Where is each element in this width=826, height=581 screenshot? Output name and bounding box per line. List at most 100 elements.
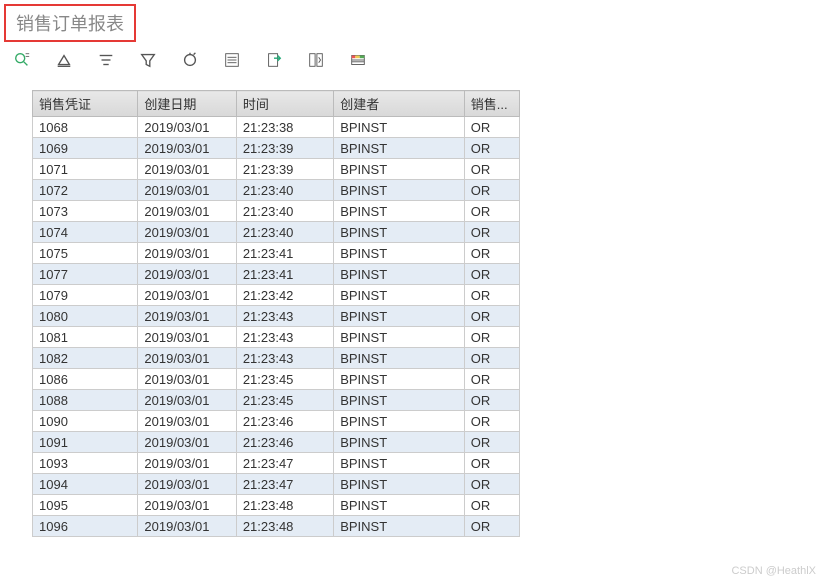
cell-creator[interactable]: BPINST xyxy=(334,285,465,306)
cell-doc[interactable]: 1074 xyxy=(33,222,138,243)
table-row[interactable]: 10802019/03/0121:23:43BPINSTOR xyxy=(33,306,520,327)
cell-doc[interactable]: 1073 xyxy=(33,201,138,222)
table-row[interactable]: 10692019/03/0121:23:39BPINSTOR xyxy=(33,138,520,159)
cell-time[interactable]: 21:23:39 xyxy=(236,159,333,180)
cell-date[interactable]: 2019/03/01 xyxy=(138,180,236,201)
cell-date[interactable]: 2019/03/01 xyxy=(138,390,236,411)
cell-type[interactable]: OR xyxy=(464,327,519,348)
cell-date[interactable]: 2019/03/01 xyxy=(138,411,236,432)
cell-time[interactable]: 21:23:40 xyxy=(236,222,333,243)
cell-creator[interactable]: BPINST xyxy=(334,327,465,348)
table-row[interactable]: 10812019/03/0121:23:43BPINSTOR xyxy=(33,327,520,348)
cell-type[interactable]: OR xyxy=(464,390,519,411)
cell-time[interactable]: 21:23:43 xyxy=(236,348,333,369)
cell-doc[interactable]: 1081 xyxy=(33,327,138,348)
cell-date[interactable]: 2019/03/01 xyxy=(138,159,236,180)
cell-creator[interactable]: BPINST xyxy=(334,180,465,201)
cell-time[interactable]: 21:23:45 xyxy=(236,369,333,390)
cell-date[interactable]: 2019/03/01 xyxy=(138,306,236,327)
cell-type[interactable]: OR xyxy=(464,411,519,432)
cell-date[interactable]: 2019/03/01 xyxy=(138,138,236,159)
cell-creator[interactable]: BPINST xyxy=(334,243,465,264)
cell-type[interactable]: OR xyxy=(464,474,519,495)
table-row[interactable]: 10962019/03/0121:23:48BPINSTOR xyxy=(33,516,520,537)
cell-date[interactable]: 2019/03/01 xyxy=(138,264,236,285)
cell-creator[interactable]: BPINST xyxy=(334,348,465,369)
cell-creator[interactable]: BPINST xyxy=(334,117,465,138)
cell-type[interactable]: OR xyxy=(464,453,519,474)
cell-type[interactable]: OR xyxy=(464,180,519,201)
col-time[interactable]: 时间 xyxy=(236,91,333,117)
table-row[interactable]: 10792019/03/0121:23:42BPINSTOR xyxy=(33,285,520,306)
cell-creator[interactable]: BPINST xyxy=(334,474,465,495)
cell-doc[interactable]: 1069 xyxy=(33,138,138,159)
cell-time[interactable]: 21:23:48 xyxy=(236,495,333,516)
cell-type[interactable]: OR xyxy=(464,159,519,180)
cell-time[interactable]: 21:23:40 xyxy=(236,201,333,222)
layout-icon[interactable] xyxy=(306,50,326,70)
cell-doc[interactable]: 1071 xyxy=(33,159,138,180)
cell-doc[interactable]: 1068 xyxy=(33,117,138,138)
cell-doc[interactable]: 1072 xyxy=(33,180,138,201)
cell-type[interactable]: OR xyxy=(464,432,519,453)
cell-creator[interactable]: BPINST xyxy=(334,222,465,243)
detail-icon[interactable] xyxy=(12,50,32,70)
table-row[interactable]: 10952019/03/0121:23:48BPINSTOR xyxy=(33,495,520,516)
data-table[interactable]: 销售凭证 创建日期 时间 创建者 销售... 10682019/03/0121:… xyxy=(32,90,520,537)
refresh-icon[interactable] xyxy=(180,50,200,70)
cell-date[interactable]: 2019/03/01 xyxy=(138,432,236,453)
table-row[interactable]: 10882019/03/0121:23:45BPINSTOR xyxy=(33,390,520,411)
cell-date[interactable]: 2019/03/01 xyxy=(138,516,236,537)
cell-creator[interactable]: BPINST xyxy=(334,411,465,432)
cell-creator[interactable]: BPINST xyxy=(334,453,465,474)
col-sales-type[interactable]: 销售... xyxy=(464,91,519,117)
cell-date[interactable]: 2019/03/01 xyxy=(138,222,236,243)
cell-time[interactable]: 21:23:47 xyxy=(236,453,333,474)
sum-icon[interactable] xyxy=(222,50,242,70)
cell-time[interactable]: 21:23:39 xyxy=(236,138,333,159)
table-row[interactable]: 10732019/03/0121:23:40BPINSTOR xyxy=(33,201,520,222)
table-row[interactable]: 10722019/03/0121:23:40BPINSTOR xyxy=(33,180,520,201)
filter-icon[interactable] xyxy=(138,50,158,70)
cell-date[interactable]: 2019/03/01 xyxy=(138,474,236,495)
sort-desc-icon[interactable] xyxy=(96,50,116,70)
cell-type[interactable]: OR xyxy=(464,138,519,159)
cell-type[interactable]: OR xyxy=(464,285,519,306)
cell-type[interactable]: OR xyxy=(464,264,519,285)
table-row[interactable]: 10942019/03/0121:23:47BPINSTOR xyxy=(33,474,520,495)
cell-date[interactable]: 2019/03/01 xyxy=(138,348,236,369)
cell-creator[interactable]: BPINST xyxy=(334,306,465,327)
cell-date[interactable]: 2019/03/01 xyxy=(138,243,236,264)
cell-doc[interactable]: 1091 xyxy=(33,432,138,453)
table-row[interactable]: 10682019/03/0121:23:38BPINSTOR xyxy=(33,117,520,138)
cell-type[interactable]: OR xyxy=(464,117,519,138)
cell-creator[interactable]: BPINST xyxy=(334,390,465,411)
table-row[interactable]: 10912019/03/0121:23:46BPINSTOR xyxy=(33,432,520,453)
cell-type[interactable]: OR xyxy=(464,369,519,390)
cell-type[interactable]: OR xyxy=(464,348,519,369)
cell-creator[interactable]: BPINST xyxy=(334,516,465,537)
cell-creator[interactable]: BPINST xyxy=(334,495,465,516)
cell-time[interactable]: 21:23:47 xyxy=(236,474,333,495)
cell-time[interactable]: 21:23:40 xyxy=(236,180,333,201)
cell-date[interactable]: 2019/03/01 xyxy=(138,327,236,348)
cell-creator[interactable]: BPINST xyxy=(334,159,465,180)
cell-doc[interactable]: 1095 xyxy=(33,495,138,516)
cell-creator[interactable]: BPINST xyxy=(334,369,465,390)
cell-doc[interactable]: 1079 xyxy=(33,285,138,306)
cell-time[interactable]: 21:23:43 xyxy=(236,306,333,327)
col-creator[interactable]: 创建者 xyxy=(334,91,465,117)
cell-creator[interactable]: BPINST xyxy=(334,201,465,222)
cell-doc[interactable]: 1075 xyxy=(33,243,138,264)
cell-doc[interactable]: 1077 xyxy=(33,264,138,285)
cell-type[interactable]: OR xyxy=(464,222,519,243)
cell-doc[interactable]: 1093 xyxy=(33,453,138,474)
table-row[interactable]: 10712019/03/0121:23:39BPINSTOR xyxy=(33,159,520,180)
cell-doc[interactable]: 1096 xyxy=(33,516,138,537)
cell-date[interactable]: 2019/03/01 xyxy=(138,285,236,306)
cell-doc[interactable]: 1080 xyxy=(33,306,138,327)
grid-icon[interactable] xyxy=(348,50,368,70)
table-row[interactable]: 10862019/03/0121:23:45BPINSTOR xyxy=(33,369,520,390)
table-row[interactable]: 10902019/03/0121:23:46BPINSTOR xyxy=(33,411,520,432)
cell-date[interactable]: 2019/03/01 xyxy=(138,453,236,474)
